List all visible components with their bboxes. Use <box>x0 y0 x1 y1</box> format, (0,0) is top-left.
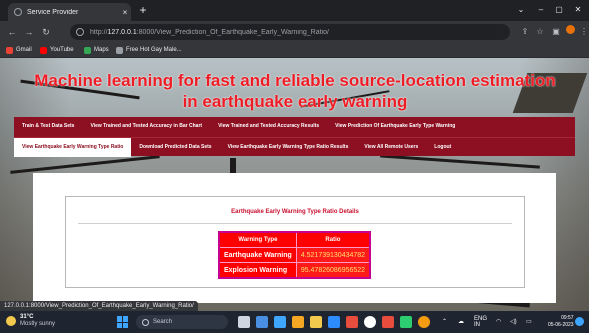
nav-train-test-data-sets[interactable]: Train & Test Data Sets <box>14 117 82 136</box>
weather-desc: Mostly sunny <box>20 321 56 327</box>
table-row: Explosion Warning 95.47826086956522 <box>218 262 371 279</box>
site-info-icon[interactable] <box>76 28 84 36</box>
nav-row-1: Train & Test Data Sets View Trained and … <box>14 117 575 136</box>
bookmarks-bar: Gmail YouTube Maps Free Hot Gay Male... <box>0 43 589 58</box>
close-window-icon[interactable]: ✕ <box>569 3 587 17</box>
table-row: Earthquake Warning 4.521739130434782 <box>218 247 371 263</box>
reload-icon[interactable]: ↻ <box>39 25 53 39</box>
sun-icon <box>6 316 16 326</box>
system-clock[interactable]: 09:57 05-06-2023 <box>548 315 574 329</box>
divider <box>78 223 512 224</box>
browser-window: Service Provider × + ⌄ – ▢ ✕ ← → ↻ http:… <box>0 0 589 333</box>
column-header-warning-type: Warning Type <box>218 231 297 248</box>
tray-chevron-icon[interactable]: ⌃ <box>442 316 447 328</box>
bookmark-gmail[interactable]: Gmail <box>6 45 32 55</box>
column-header-ratio: Ratio <box>295 231 371 248</box>
menu-kebab-icon[interactable]: ⋮ <box>577 25 589 39</box>
ratio-cell: 95.47826086956522 <box>295 262 371 279</box>
address-url[interactable]: http://127.0.0.1:8000/View_Prediction_Of… <box>90 29 329 36</box>
weather-temp: 31°C <box>20 314 34 320</box>
app-icon-orange[interactable] <box>382 316 394 328</box>
nav-view-remote-users[interactable]: View All Remote Users <box>356 138 426 157</box>
main-navigation: Train & Test Data Sets View Trained and … <box>14 117 575 157</box>
widgets-icon[interactable] <box>256 316 268 328</box>
file-explorer-icon[interactable] <box>310 316 322 328</box>
nav-accuracy-bar-chart[interactable]: View Trained and Tested Accuracy in Bar … <box>82 117 210 136</box>
close-tab-icon[interactable]: × <box>119 8 131 17</box>
page-icon <box>116 46 123 54</box>
search-icon <box>142 318 149 326</box>
windows-start-icon[interactable] <box>117 316 129 328</box>
windows-taskbar: 31°C Mostly sunny Search ⌃ ☁ ENG IN ◠ ◁) ▭… <box>0 311 589 333</box>
bookmark-maps[interactable]: Maps <box>84 45 109 55</box>
cloud-icon[interactable]: ☁ <box>458 316 464 328</box>
chrome-icon[interactable] <box>364 316 376 328</box>
bookmark-other[interactable]: Free Hot Gay Male... <box>116 45 182 55</box>
language-indicator[interactable]: ENG IN <box>474 316 487 328</box>
profile-icon[interactable] <box>563 25 577 39</box>
ratio-details-box: Earthquake Early Warning Type Ratio Deta… <box>65 196 525 288</box>
ratio-table: Warning Type Ratio Earthquake Warning 4.… <box>218 231 372 279</box>
globe-icon <box>14 8 22 16</box>
task-view-icon[interactable] <box>238 316 250 328</box>
notification-icon[interactable] <box>575 317 584 326</box>
photos-icon[interactable] <box>292 316 304 328</box>
nav-warning-type-ratio-results[interactable]: View Earthquake Early Warning Type Ratio… <box>220 138 357 157</box>
nav-accuracy-results[interactable]: View Trained and Tested Accuracy Results <box>210 117 327 136</box>
star-icon[interactable]: ☆ <box>533 25 547 39</box>
chevron-down-icon[interactable]: ⌄ <box>512 3 530 17</box>
bookmark-youtube[interactable]: YouTube <box>40 45 74 55</box>
app-icon-round[interactable] <box>418 316 430 328</box>
new-tab-button[interactable]: + <box>136 3 150 17</box>
status-bar-url: 127.0.0.1:8000/View_Prediction_Of_Earthq… <box>0 301 198 311</box>
app-icon-red[interactable] <box>346 316 358 328</box>
maps-icon <box>84 46 91 54</box>
maximize-icon[interactable]: ▢ <box>550 3 568 17</box>
ratio-cell: 4.521739130434782 <box>295 247 371 263</box>
sidebar-icon[interactable]: ▣ <box>549 25 563 39</box>
details-title: Earthquake Early Warning Type Ratio Deta… <box>231 209 359 215</box>
youtube-icon <box>40 46 47 54</box>
app-icon-green[interactable] <box>400 316 412 328</box>
background-crack <box>10 155 160 174</box>
tab-title: Service Provider <box>27 8 79 16</box>
gmail-icon <box>6 46 13 54</box>
nav-warning-type-ratio[interactable]: View Earthquake Early Warning Type Ratio <box>14 138 132 157</box>
wifi-icon[interactable]: ◠ <box>496 316 501 328</box>
warning-type-cell: Earthquake Warning <box>218 247 297 263</box>
nav-row-2: View Earthquake Early Warning Type Ratio… <box>14 137 575 157</box>
weather-widget[interactable]: 31°C Mostly sunny <box>6 314 55 328</box>
nav-download-predicted-data[interactable]: Download Predicted Data Sets <box>131 138 219 157</box>
minimize-icon[interactable]: – <box>532 3 550 17</box>
edge-icon[interactable] <box>274 316 286 328</box>
nav-logout[interactable]: Logout <box>426 138 459 157</box>
content-panel: Earthquake Early Warning Type Ratio Deta… <box>33 173 556 303</box>
tab-strip: Service Provider × + ⌄ – ▢ ✕ <box>0 0 589 21</box>
taskbar-search[interactable]: Search <box>136 315 228 329</box>
nav-prediction-early-warning[interactable]: View Prediction Of Earthquake Early Type… <box>327 117 463 136</box>
site-title: Machine learning for fast and reliable s… <box>34 71 556 111</box>
page-viewport: Machine learning for fast and reliable s… <box>0 58 589 311</box>
battery-icon[interactable]: ▭ <box>526 316 532 328</box>
forward-icon[interactable]: → <box>22 25 36 39</box>
share-icon[interactable]: ⇪ <box>518 25 532 39</box>
address-bar[interactable]: http://127.0.0.1:8000/View_Prediction_Of… <box>70 24 510 40</box>
warning-type-cell: Explosion Warning <box>218 262 297 279</box>
back-icon[interactable]: ← <box>5 25 19 39</box>
volume-icon[interactable]: ◁) <box>510 316 517 328</box>
search-label: Search <box>153 319 173 325</box>
browser-tab-service-provider[interactable]: Service Provider × <box>8 3 131 21</box>
table-header-row: Warning Type Ratio <box>218 231 371 248</box>
browser-toolbar: ← → ↻ http://127.0.0.1:8000/View_Predict… <box>0 21 589 43</box>
store-icon[interactable] <box>328 316 340 328</box>
